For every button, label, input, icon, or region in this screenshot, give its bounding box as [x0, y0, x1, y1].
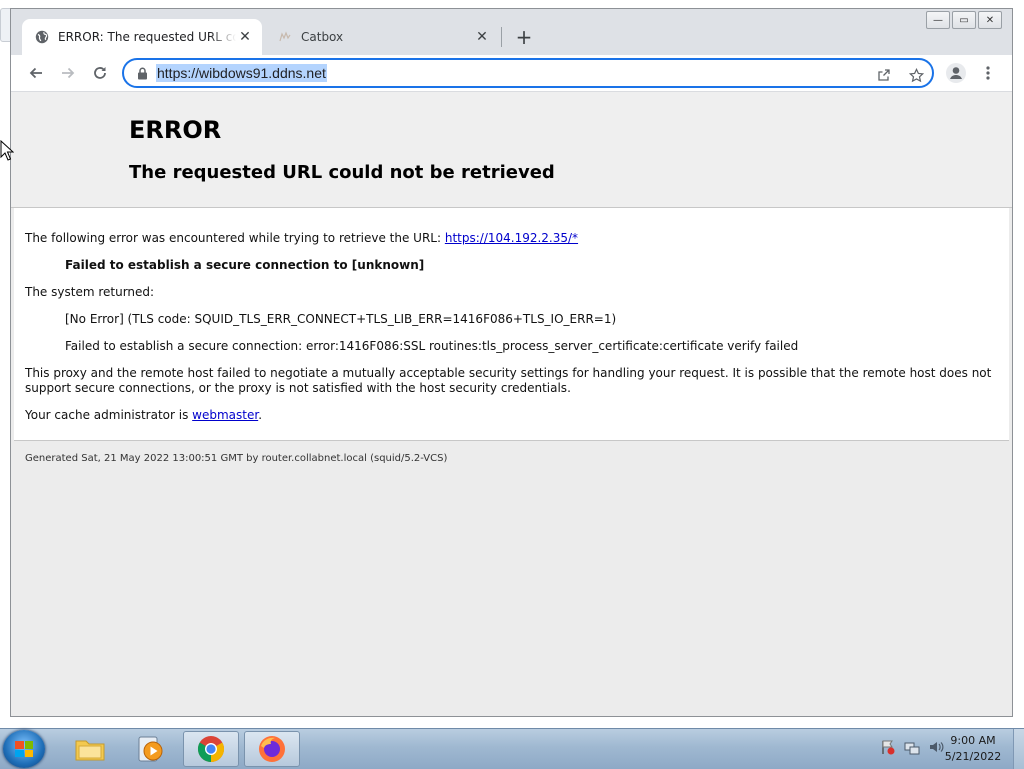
- tab-strip: ERROR: The requested URL could not be re…: [11, 9, 1012, 55]
- media-player-icon: [138, 736, 163, 762]
- tab-error-page[interactable]: ERROR: The requested URL could not be re…: [22, 19, 262, 55]
- forward-arrow-icon[interactable]: [54, 59, 82, 87]
- kebab-menu-icon[interactable]: [974, 59, 1002, 87]
- tab-title: Catbox: [301, 30, 344, 44]
- browser-toolbar: https://wibdows91.ddns.net: [11, 55, 1012, 92]
- action-center-flag-icon[interactable]: [880, 739, 896, 755]
- webmaster-link[interactable]: webmaster: [192, 408, 258, 422]
- window-controls: — ▭ ✕: [926, 11, 1002, 29]
- page-content: ERROR The requested URL could not be ret…: [11, 92, 1012, 716]
- folder-icon: [75, 740, 105, 761]
- system-clock[interactable]: 9:00 AM 5/21/2022: [942, 733, 1004, 765]
- chrome-icon: [197, 736, 225, 763]
- intro-text: The following error was encountered whil…: [25, 231, 445, 245]
- error-heading: ERROR: [129, 116, 222, 144]
- file-explorer-button[interactable]: [62, 731, 118, 767]
- close-tab-icon[interactable]: ✕: [236, 28, 254, 46]
- system-detail-1: [No Error] (TLS code: SQUID_TLS_ERR_CONN…: [65, 312, 617, 326]
- tab-catbox[interactable]: Catbox ✕: [265, 19, 497, 55]
- mouse-cursor-icon: [0, 140, 14, 161]
- show-desktop-button[interactable]: [1013, 729, 1024, 769]
- firefox-taskbar-button[interactable]: [244, 731, 300, 767]
- admin-prefix: Your cache administrator is: [25, 408, 193, 422]
- minimize-button[interactable]: —: [926, 11, 950, 29]
- error-title: Failed to establish a secure connection …: [25, 258, 998, 273]
- bookmark-star-icon[interactable]: [906, 65, 926, 85]
- tab-title: ERROR: The requested URL could not be re…: [58, 30, 236, 44]
- taskbar: 9:00 AM 5/21/2022: [0, 728, 1024, 769]
- desktop-background-left: [0, 0, 10, 728]
- admin-paragraph: Your cache administrator is webmaster.: [25, 408, 998, 423]
- back-arrow-icon[interactable]: [22, 59, 50, 87]
- system-detail-2: Failed to establish a secure connection:…: [65, 339, 799, 353]
- close-tab-icon[interactable]: ✕: [473, 28, 491, 46]
- clock-date: 5/21/2022: [944, 750, 1002, 763]
- share-icon[interactable]: [874, 65, 894, 85]
- profile-avatar-icon[interactable]: [942, 59, 970, 87]
- admin-suffix: .: [258, 408, 263, 422]
- explanation-paragraph: This proxy and the remote host failed to…: [25, 366, 992, 395]
- error-body: The following error was encountered whil…: [14, 208, 1009, 441]
- page-footer: Generated Sat, 21 May 2022 13:00:51 GMT …: [25, 453, 448, 464]
- desktop-background-right: [1014, 0, 1024, 728]
- system-tray: [880, 739, 944, 755]
- catbox-favicon-icon: [277, 29, 293, 45]
- lock-icon[interactable]: [134, 65, 150, 81]
- url-text[interactable]: https://wibdows91.ddns.net: [156, 64, 327, 82]
- error-title-text: Failed to establish a secure connection …: [65, 258, 425, 272]
- clock-time: 9:00 AM: [950, 734, 996, 747]
- error-header: ERROR The requested URL could not be ret…: [11, 92, 1012, 208]
- windows-logo-icon: [15, 741, 33, 757]
- requested-url-link[interactable]: https://104.192.2.35/*: [445, 231, 578, 245]
- address-bar[interactable]: https://wibdows91.ddns.net: [122, 58, 934, 88]
- intro-paragraph: The following error was encountered whil…: [25, 231, 998, 246]
- error-subheading: The requested URL could not be retrieved: [129, 162, 555, 183]
- globe-icon: [34, 29, 50, 45]
- system-returned-label: The system returned:: [25, 285, 155, 299]
- reload-icon[interactable]: [86, 59, 114, 87]
- browser-window: ERROR: The requested URL could not be re…: [10, 8, 1013, 717]
- maximize-button[interactable]: ▭: [952, 11, 976, 29]
- start-button[interactable]: [3, 730, 45, 768]
- firefox-icon: [259, 736, 285, 762]
- tab-separator: [501, 27, 502, 47]
- chrome-taskbar-button[interactable]: [183, 731, 239, 767]
- new-tab-button[interactable]: +: [511, 24, 537, 50]
- media-player-button[interactable]: [122, 731, 178, 767]
- network-icon[interactable]: [904, 739, 920, 755]
- close-window-button[interactable]: ✕: [978, 11, 1002, 29]
